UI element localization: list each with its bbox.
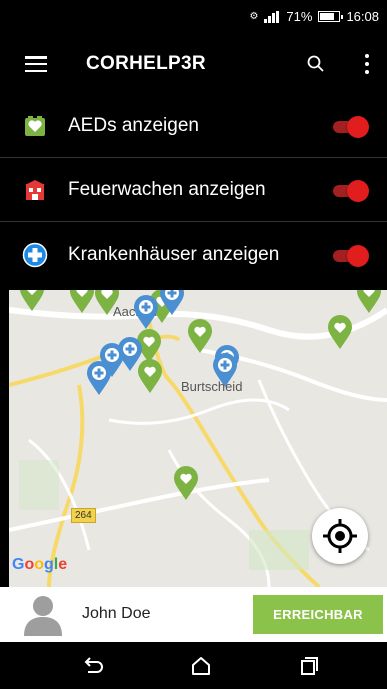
- battery-icon: [318, 11, 344, 22]
- user-name: John Doe: [82, 605, 151, 622]
- hospital-map-pin[interactable]: [212, 352, 238, 388]
- toggle-row-hospitals[interactable]: Krankenhäuser anzeigen: [0, 222, 387, 288]
- status-bar: ⚙ 71% 16:08: [0, 0, 387, 34]
- recents-icon[interactable]: [297, 654, 321, 678]
- aed-map-pin[interactable]: [356, 290, 382, 314]
- aed-map-pin[interactable]: [173, 465, 199, 501]
- my-location-button[interactable]: [312, 508, 368, 564]
- search-icon[interactable]: [306, 54, 326, 74]
- aed-map-pin[interactable]: [69, 290, 95, 314]
- aed-map-pin[interactable]: [19, 290, 45, 312]
- hospitals-switch[interactable]: [333, 244, 369, 267]
- hospital-cross-icon: [22, 242, 48, 268]
- layer-toggle-panel: AEDs anzeigen Feuerwachen anzeigen Krank…: [0, 94, 387, 288]
- home-icon[interactable]: [189, 654, 213, 678]
- fire-station-icon: [22, 177, 48, 203]
- hospital-map-pin[interactable]: [86, 360, 112, 396]
- back-icon[interactable]: [81, 654, 105, 678]
- battery-percent: 71%: [286, 9, 313, 24]
- app-bar: CORHELP3R: [0, 34, 387, 94]
- aed-map-pin[interactable]: [94, 290, 120, 316]
- aed-map-pin[interactable]: [187, 318, 213, 354]
- fire-stations-switch[interactable]: [333, 179, 369, 202]
- user-status-bar: John Doe ERREICHBAR: [0, 587, 387, 642]
- aeds-switch[interactable]: [333, 115, 369, 138]
- status-icons: ⚙ 71% 16:08: [249, 9, 379, 24]
- toggle-label: AEDs anzeigen: [68, 114, 199, 136]
- crosshair-icon: [323, 519, 357, 553]
- toggle-label: Feuerwachen anzeigen: [68, 178, 266, 200]
- aed-heart-icon: [22, 113, 48, 139]
- road-number-badge: 264: [71, 508, 96, 523]
- aed-map-pin[interactable]: [327, 314, 353, 350]
- system-nav-bar: [0, 642, 387, 689]
- avatar: [24, 596, 62, 636]
- signal-icon: [264, 10, 280, 23]
- toggle-label: Krankenhäuser anzeigen: [68, 244, 280, 265]
- availability-button[interactable]: ERREICHBAR: [253, 595, 383, 634]
- more-vert-icon[interactable]: [364, 54, 370, 74]
- clock: 16:08: [346, 9, 379, 24]
- hospital-map-pin[interactable]: [133, 294, 159, 330]
- map-view[interactable]: Aachen Burtscheid 264 Google: [9, 290, 387, 587]
- google-attribution-logo: Google: [12, 556, 68, 573]
- menu-icon[interactable]: [25, 56, 47, 72]
- usb-debug-icon: ⚙: [249, 10, 259, 22]
- toggle-row-fire-stations[interactable]: Feuerwachen anzeigen: [0, 158, 387, 222]
- hospital-map-pin[interactable]: [159, 290, 185, 316]
- toggle-row-aeds[interactable]: AEDs anzeigen: [0, 94, 387, 158]
- app-title: CORHELP3R: [86, 53, 206, 74]
